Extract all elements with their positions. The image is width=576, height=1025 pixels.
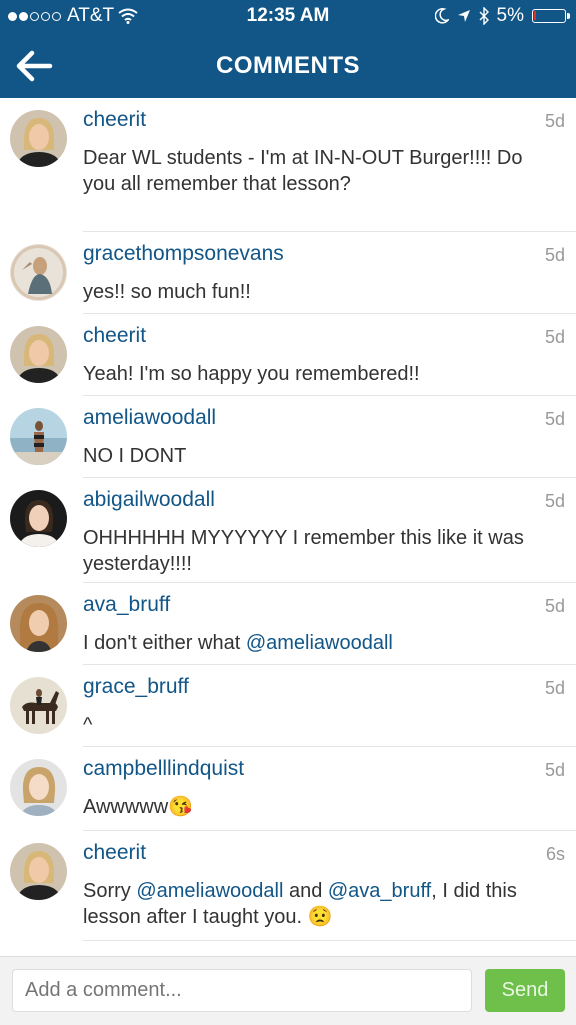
comment-username[interactable]: ava_bruff bbox=[83, 593, 170, 617]
avatar[interactable] bbox=[10, 326, 67, 383]
comment-username[interactable]: gracethompsonevans bbox=[83, 242, 284, 266]
comment-item: campbelllindquist 5d Awwwww😘 bbox=[0, 747, 576, 831]
comment-item: ameliawoodall 5d NO I DONT bbox=[0, 396, 576, 478]
comment-text: I don't either what @ameliawoodall bbox=[83, 632, 393, 654]
comment-timestamp: 5d bbox=[544, 327, 565, 347]
comment-username[interactable]: abigailwoodall bbox=[83, 488, 215, 512]
mention-link[interactable]: @ava_bruff bbox=[328, 880, 431, 902]
status-bar: AT&T 12:35 AM 5% bbox=[0, 0, 576, 34]
comment-timestamp: 5d bbox=[544, 245, 565, 265]
comment-timestamp: 5d bbox=[544, 491, 565, 511]
comment-text: NO I DONT bbox=[83, 445, 187, 467]
location-arrow-icon bbox=[457, 10, 470, 22]
comment-username[interactable]: campbelllindquist bbox=[83, 757, 244, 781]
comment-item: cheerit 5d Yeah! I'm so happy you rememb… bbox=[0, 314, 576, 396]
mention-link[interactable]: @ameliawoodall bbox=[136, 880, 283, 902]
app-header: AT&T 12:35 AM 5% COMMENTS bbox=[0, 0, 576, 98]
comment-composer: Send bbox=[0, 956, 576, 1025]
moon-icon bbox=[434, 8, 449, 24]
mention-link[interactable]: @ameliawoodall bbox=[246, 632, 393, 654]
avatar[interactable] bbox=[10, 244, 67, 301]
comment-timestamp: 5d bbox=[544, 760, 565, 780]
comment-item: gracethompsonevans 5d yes!! so much fun!… bbox=[0, 232, 576, 314]
comment-username[interactable]: cheerit bbox=[83, 108, 146, 132]
avatar[interactable] bbox=[10, 843, 67, 900]
comment-text: ^ bbox=[83, 714, 93, 736]
comment-timestamp: 5d bbox=[544, 596, 565, 616]
comment-text: Awwwww😘 bbox=[83, 796, 194, 818]
comment-divider bbox=[83, 940, 576, 941]
nav-bar: COMMENTS bbox=[0, 34, 576, 98]
comments-list: cheerit 5d Dear WL students - I'm at IN-… bbox=[0, 98, 576, 941]
comment-username[interactable]: ameliawoodall bbox=[83, 406, 216, 430]
battery-percent: 5% bbox=[496, 5, 524, 26]
comment-item: cheerit 6s Sorry @ameliawoodall and @ava… bbox=[0, 831, 576, 941]
avatar[interactable] bbox=[10, 595, 67, 652]
battery-level-fill bbox=[534, 11, 536, 20]
page-title: COMMENTS bbox=[216, 52, 360, 79]
worried-emoji-icon: 😟 bbox=[307, 906, 333, 928]
comment-text: Yeah! I'm so happy you remembered!! bbox=[83, 363, 420, 385]
comment-timestamp: 5d bbox=[544, 111, 565, 131]
avatar[interactable] bbox=[10, 677, 67, 734]
kiss-emoji-icon: 😘 bbox=[168, 796, 194, 818]
comment-text: yes!! so much fun!! bbox=[83, 281, 251, 303]
comment-text: Sorry @ameliawoodall and @ava_bruff, I d… bbox=[83, 880, 517, 928]
comment-item: grace_bruff 5d ^ bbox=[0, 665, 576, 747]
comment-username[interactable]: cheerit bbox=[83, 324, 146, 348]
bluetooth-icon bbox=[479, 7, 489, 25]
comment-text: OHHHHHH MYYYYYY I remember this like it … bbox=[83, 527, 524, 575]
battery-icon bbox=[532, 9, 570, 23]
comment-timestamp: 6s bbox=[545, 844, 565, 864]
comment-item: ava_bruff 5d I don't either what @amelia… bbox=[0, 583, 576, 665]
avatar[interactable] bbox=[10, 490, 67, 547]
avatar[interactable] bbox=[10, 759, 67, 816]
comment-text: Dear WL students - I'm at IN-N-OUT Burge… bbox=[83, 147, 523, 195]
comment-timestamp: 5d bbox=[544, 678, 565, 698]
comment-item: cheerit 5d Dear WL students - I'm at IN-… bbox=[0, 98, 576, 232]
comment-input[interactable] bbox=[12, 969, 472, 1012]
comment-username[interactable]: grace_bruff bbox=[83, 675, 189, 699]
comment-username[interactable]: cheerit bbox=[83, 841, 146, 865]
comment-timestamp: 5d bbox=[544, 409, 565, 429]
send-button[interactable]: Send bbox=[485, 969, 565, 1012]
avatar[interactable] bbox=[10, 110, 67, 167]
avatar[interactable] bbox=[10, 408, 67, 465]
comment-item: abigailwoodall 5d OHHHHHH MYYYYYY I reme… bbox=[0, 478, 576, 583]
